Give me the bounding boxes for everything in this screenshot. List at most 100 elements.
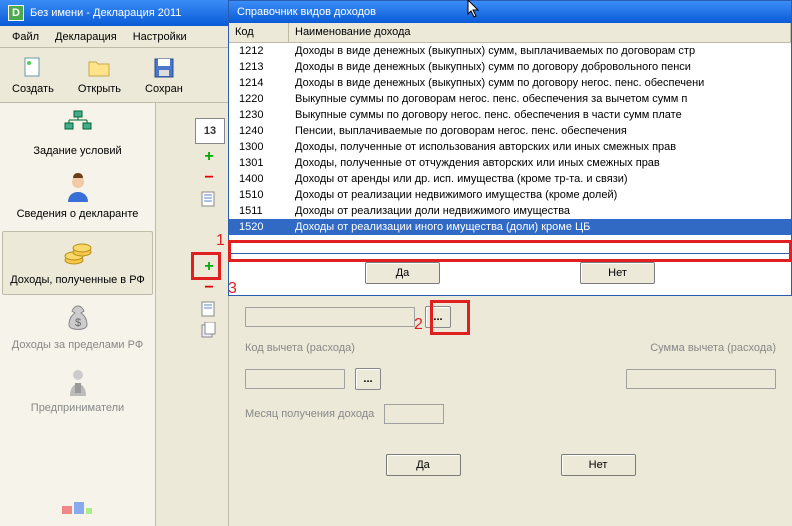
create-label: Создать — [12, 83, 54, 95]
row-code: 1301 — [229, 157, 289, 169]
deduction-code-label: Код вычета (расхода) — [245, 342, 355, 354]
form-yes-button[interactable]: Да — [386, 454, 461, 476]
row-code: 1213 — [229, 61, 289, 73]
grid-row[interactable]: 1220Выкупные суммы по договорам негос. п… — [229, 91, 791, 107]
note-icon — [201, 191, 217, 207]
svg-text:$: $ — [74, 317, 80, 329]
app-icon: D — [8, 5, 24, 21]
coins-icon — [62, 238, 94, 270]
row-name: Доходы, полученные от использования авто… — [289, 141, 791, 153]
add-income-button[interactable]: + — [200, 258, 218, 276]
menu-settings[interactable]: Настройки — [125, 28, 195, 46]
row-name: Доходы в виде денежных (выкупных) сумм п… — [289, 61, 791, 73]
grid-body[interactable]: 1212Доходы в виде денежных (выкупных) су… — [229, 43, 791, 253]
save-label: Сохран — [145, 83, 183, 95]
grid-row[interactable]: 1213Доходы в виде денежных (выкупных) су… — [229, 59, 791, 75]
sidebar-item-label: Задание условий — [33, 145, 121, 157]
minus-icon: − — [204, 279, 213, 297]
sidebar-item-income-foreign[interactable]: $ Доходы за пределами РФ — [0, 297, 155, 360]
menu-file[interactable]: Файл — [4, 28, 47, 46]
row-code: 1400 — [229, 173, 289, 185]
row-code: 1300 — [229, 141, 289, 153]
row-name: Доходы в виде денежных (выкупных) сумм, … — [289, 45, 791, 57]
person-icon — [62, 172, 94, 204]
copy-income-button[interactable] — [200, 321, 218, 339]
row-name: Доходы в виде денежных (выкупных) сумм п… — [289, 77, 791, 89]
income-detail-form: ... Код вычета (расхода) Сумма вычета (р… — [228, 296, 792, 526]
sidebar-item-declarant[interactable]: Сведения о декларанте — [0, 166, 155, 229]
sidebar: Задание условий Сведения о декларанте До… — [0, 103, 156, 526]
dialog-title: Справочник видов доходов — [237, 6, 376, 18]
income-reference-dialog: Справочник видов доходов Код Наименовани… — [228, 0, 792, 296]
col-name-header[interactable]: Наименование дохода — [289, 23, 791, 42]
sidebar-item-label: Доходы, полученные в РФ — [10, 274, 145, 286]
rate-box: 13 — [195, 118, 225, 144]
note-icon — [201, 301, 217, 317]
remove-income-button[interactable]: − — [200, 279, 218, 297]
conditions-icon — [62, 109, 94, 141]
copy-icon — [201, 322, 217, 338]
income-code-input[interactable] — [245, 307, 415, 327]
dialog-no-button[interactable]: Нет — [580, 262, 655, 284]
form-no-button[interactable]: Нет — [561, 454, 636, 476]
row-code: 1214 — [229, 77, 289, 89]
deduction-sum-label: Сумма вычета (расхода) — [650, 342, 776, 354]
folder-open-icon — [87, 56, 111, 80]
grid-row[interactable]: 1300Доходы, полученные от использования … — [229, 139, 791, 155]
minus-icon: − — [204, 169, 213, 187]
sidebar-item-entrepreneur[interactable]: Предприниматели — [0, 360, 155, 423]
grid-row[interactable]: 1230Выкупные суммы по договору негос. пе… — [229, 107, 791, 123]
row-code: 1511 — [229, 205, 289, 217]
grid-row[interactable]: 1240Пенсии, выплачиваемые по договорам н… — [229, 123, 791, 139]
grid-row[interactable]: 1214Доходы в виде денежных (выкупных) су… — [229, 75, 791, 91]
businessman-icon — [62, 366, 94, 398]
save-button[interactable]: Сохран — [137, 54, 191, 97]
month-label: Месяц получения дохода — [245, 408, 374, 420]
month-input[interactable] — [384, 404, 444, 424]
row-name: Доходы от реализации недвижимого имущест… — [289, 189, 791, 201]
create-button[interactable]: Создать — [4, 54, 62, 97]
row-name: Выкупные суммы по договору негос. пенс. … — [289, 109, 791, 121]
menu-declaration[interactable]: Декларация — [47, 28, 125, 46]
dialog-titlebar: Справочник видов доходов — [229, 1, 791, 23]
window-title: Без имени - Декларация 2011 — [30, 7, 181, 19]
grid-row[interactable]: 1400Доходы от аренды или др. исп. имущес… — [229, 171, 791, 187]
row-code: 1230 — [229, 109, 289, 121]
row-code: 1510 — [229, 189, 289, 201]
grid-row[interactable]: 1212Доходы в виде денежных (выкупных) су… — [229, 43, 791, 59]
edit-source-button[interactable] — [200, 190, 218, 208]
add-source-button[interactable]: + — [200, 148, 218, 166]
lookup-income-code-button[interactable]: ... — [425, 306, 451, 328]
misc-bottom-icon — [62, 500, 94, 520]
deduction-sum-input[interactable] — [626, 369, 776, 389]
open-label: Открыть — [78, 83, 121, 95]
new-file-icon — [21, 56, 45, 80]
row-name: Пенсии, выплачиваемые по договорам негос… — [289, 125, 791, 137]
plus-icon: + — [204, 258, 213, 276]
row-code: 1212 — [229, 45, 289, 57]
lookup-deduction-button[interactable]: ... — [355, 368, 381, 390]
sidebar-item-income-rf[interactable]: Доходы, полученные в РФ — [2, 231, 153, 295]
open-button[interactable]: Открыть — [70, 54, 129, 97]
row-name: Доходы от реализации иного имущества (до… — [289, 221, 791, 233]
col-code-header[interactable]: Код — [229, 23, 289, 42]
row-name: Доходы от реализации доли недвижимого им… — [289, 205, 791, 217]
row-name: Доходы, полученные от отчуждения авторск… — [289, 157, 791, 169]
dialog-buttons: Да Нет — [229, 253, 791, 291]
grid-row[interactable]: 1301Доходы, полученные от отчуждения авт… — [229, 155, 791, 171]
row-code: 1220 — [229, 93, 289, 105]
sidebar-item-label: Доходы за пределами РФ — [12, 339, 143, 351]
grid-row[interactable]: 1511Доходы от реализации доли недвижимог… — [229, 203, 791, 219]
cursor-icon — [467, 0, 483, 19]
dialog-yes-button[interactable]: Да — [365, 262, 440, 284]
row-code: 1240 — [229, 125, 289, 137]
plus-icon: + — [204, 148, 213, 166]
edit-income-button[interactable] — [200, 300, 218, 318]
money-bag-icon: $ — [62, 303, 94, 335]
deduction-code-input[interactable] — [245, 369, 345, 389]
sidebar-item-conditions[interactable]: Задание условий — [0, 103, 155, 166]
remove-source-button[interactable]: − — [200, 169, 218, 187]
grid-row[interactable]: 1520Доходы от реализации иного имущества… — [229, 219, 791, 235]
row-code: 1520 — [229, 221, 289, 233]
grid-row[interactable]: 1510Доходы от реализации недвижимого иму… — [229, 187, 791, 203]
